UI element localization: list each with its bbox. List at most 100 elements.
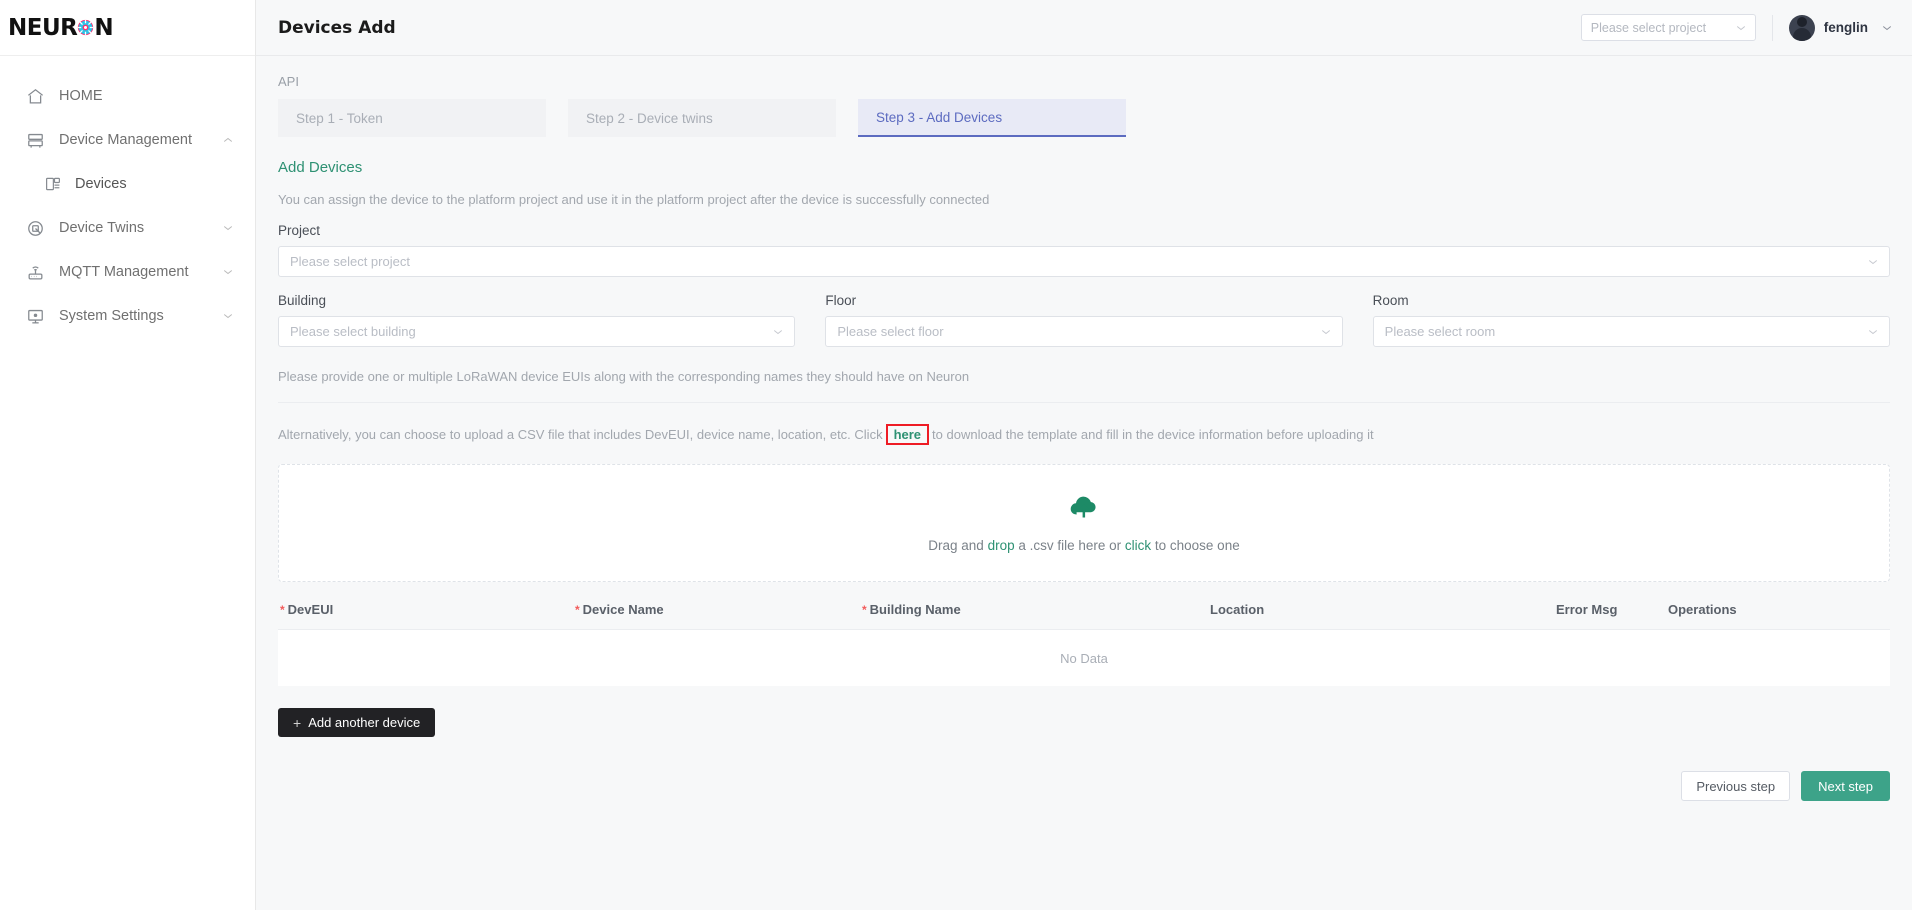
sidebar-item-home[interactable]: HOME bbox=[0, 74, 255, 118]
steps-tabs: Step 1 - Token Step 2 - Device twins Ste… bbox=[256, 99, 1912, 137]
column-label: Building Name bbox=[869, 602, 961, 617]
table-header-row: * DevEUI * Device Name * Building Name Loca… bbox=[278, 602, 1890, 630]
required-asterisk: * bbox=[575, 603, 580, 617]
user-menu[interactable]: fenglin bbox=[1788, 14, 1892, 41]
room-field-label: Room bbox=[1372, 293, 1409, 308]
location-fields-row: Building Please select building Floor Pl… bbox=[278, 277, 1890, 347]
sidebar-item-label: Device Management bbox=[59, 132, 192, 148]
add-another-device-button[interactable]: + Add another device bbox=[278, 708, 436, 737]
api-section-label: API bbox=[278, 74, 299, 89]
tab-label: Step 2 - Device twins bbox=[586, 110, 713, 126]
tab-step-1-token[interactable]: Step 1 - Token bbox=[278, 99, 546, 137]
table-header-device-name: * Device Name bbox=[573, 602, 860, 617]
sidebar-nav: HOME Device Management Devices Device Tw… bbox=[0, 56, 255, 338]
topbar-right: Please select project fenglin bbox=[1580, 14, 1892, 41]
building-field-label: Building bbox=[278, 293, 327, 308]
chevron-up-icon bbox=[223, 137, 233, 143]
wizard-footer: Previous step Next step bbox=[256, 737, 1912, 823]
dropzone-text: Drag and drop a .csv file here or click … bbox=[928, 538, 1239, 553]
building-field-select[interactable]: Please select building bbox=[278, 316, 796, 347]
home-icon bbox=[24, 85, 46, 107]
chevron-down-icon bbox=[1736, 25, 1746, 31]
building-field-group: Building Please select building bbox=[278, 277, 796, 347]
add-devices-description: You can assign the device to the platfor… bbox=[278, 192, 990, 207]
floor-field-group: Floor Please select floor bbox=[825, 277, 1343, 347]
app-root: NEUR N HOME Device Management Devices De… bbox=[0, 0, 1912, 910]
download-template-link[interactable]: here bbox=[894, 427, 921, 442]
csv-note-prefix: Alternatively, you can choose to upload … bbox=[278, 427, 883, 442]
table-header-error-msg: Error Msg bbox=[1554, 602, 1666, 617]
column-label: Error Msg bbox=[1556, 602, 1618, 617]
tab-step-2-device-twins[interactable]: Step 2 - Device twins bbox=[568, 99, 836, 137]
project-field-label: Project bbox=[278, 223, 321, 238]
chevron-down-icon bbox=[223, 269, 233, 275]
devices-table: * DevEUI * Device Name * Building Name Loca… bbox=[278, 602, 1890, 686]
sidebar-item-devices[interactable]: Devices bbox=[0, 162, 255, 206]
sidebar-item-label: MQTT Management bbox=[59, 264, 189, 280]
cloud-upload-icon bbox=[1069, 494, 1099, 525]
table-header-building-name: * Building Name bbox=[860, 602, 1208, 617]
content-scroll: API Step 1 - Token Step 2 - Device twins… bbox=[256, 56, 1912, 910]
monitor-icon bbox=[24, 305, 46, 327]
plus-icon: + bbox=[293, 714, 302, 731]
dropzone-drop-link[interactable]: drop bbox=[988, 538, 1015, 553]
main-area: Devices Add Please select project fengli… bbox=[256, 0, 1912, 910]
csv-note-suffix: to download the template and fill in the… bbox=[932, 427, 1374, 442]
neuron-spark-icon bbox=[77, 19, 94, 36]
table-header-location: Location bbox=[1208, 602, 1554, 617]
sidebar-item-label: Devices bbox=[75, 176, 127, 192]
csv-note: Alternatively, you can choose to upload … bbox=[278, 403, 1890, 464]
csv-dropzone[interactable]: Drag and drop a .csv file here or click … bbox=[278, 464, 1890, 582]
chevron-down-icon bbox=[223, 225, 233, 231]
chevron-down-icon bbox=[1868, 259, 1878, 265]
column-label: Device Name bbox=[582, 602, 664, 617]
project-select[interactable]: Please select project bbox=[1580, 14, 1756, 41]
chevron-down-icon bbox=[1882, 25, 1892, 31]
logo[interactable]: NEUR N bbox=[0, 0, 255, 56]
logo-text-left: NEUR bbox=[8, 14, 78, 41]
column-label: DevEUI bbox=[287, 602, 334, 617]
dropzone-text-post: to choose one bbox=[1151, 537, 1240, 553]
required-asterisk: * bbox=[280, 603, 285, 617]
dropzone-text-pre: Drag and bbox=[928, 537, 988, 553]
tab-step-3-add-devices[interactable]: Step 3 - Add Devices bbox=[858, 99, 1126, 137]
sidebar-item-system-settings[interactable]: System Settings bbox=[0, 294, 255, 338]
avatar bbox=[1788, 14, 1815, 41]
sidebar: NEUR N HOME Device Management Devices De… bbox=[0, 0, 256, 910]
project-field-select[interactable]: Please select project bbox=[278, 246, 1890, 277]
here-link-highlight: here bbox=[885, 424, 930, 445]
router-icon bbox=[24, 261, 46, 283]
device-list-icon bbox=[42, 173, 64, 195]
sidebar-item-label: System Settings bbox=[59, 308, 164, 324]
add-devices-panel: Add Devices You can assign the device to… bbox=[278, 155, 1890, 737]
dropzone-click-link[interactable]: click bbox=[1125, 538, 1151, 553]
tab-label: Step 3 - Add Devices bbox=[876, 109, 1003, 125]
sidebar-item-device-management[interactable]: Device Management bbox=[0, 118, 255, 162]
twins-circle-icon bbox=[24, 217, 46, 239]
floor-field-placeholder: Please select floor bbox=[837, 324, 944, 339]
topbar-divider bbox=[1771, 14, 1773, 41]
project-field-placeholder: Please select project bbox=[290, 254, 410, 269]
sidebar-item-label: HOME bbox=[59, 88, 103, 104]
room-field-select[interactable]: Please select room bbox=[1372, 316, 1890, 347]
room-field-group: Room Please select room bbox=[1372, 277, 1890, 347]
next-step-button[interactable]: Next step bbox=[1801, 771, 1890, 801]
chevron-down-icon bbox=[223, 313, 233, 319]
previous-step-button[interactable]: Previous step bbox=[1681, 771, 1791, 801]
user-name: fenglin bbox=[1823, 20, 1868, 35]
sidebar-item-mqtt-management[interactable]: MQTT Management bbox=[0, 250, 255, 294]
table-header-operations: Operations bbox=[1666, 602, 1737, 617]
chevron-down-icon bbox=[773, 329, 783, 335]
server-icon bbox=[24, 129, 46, 151]
logo-text-right: N bbox=[94, 14, 114, 41]
sidebar-item-label: Device Twins bbox=[59, 220, 145, 236]
floor-field-select[interactable]: Please select floor bbox=[825, 316, 1343, 347]
chevron-down-icon bbox=[1321, 329, 1331, 335]
building-field-placeholder: Please select building bbox=[290, 324, 416, 339]
page-title: Devices Add bbox=[278, 17, 396, 38]
column-label: Location bbox=[1210, 602, 1265, 617]
topbar: Devices Add Please select project fengli… bbox=[256, 0, 1912, 56]
sidebar-item-device-twins[interactable]: Device Twins bbox=[0, 206, 255, 250]
project-select-placeholder: Please select project bbox=[1590, 20, 1707, 35]
dropzone-text-mid: a .csv file here or bbox=[1014, 537, 1125, 553]
